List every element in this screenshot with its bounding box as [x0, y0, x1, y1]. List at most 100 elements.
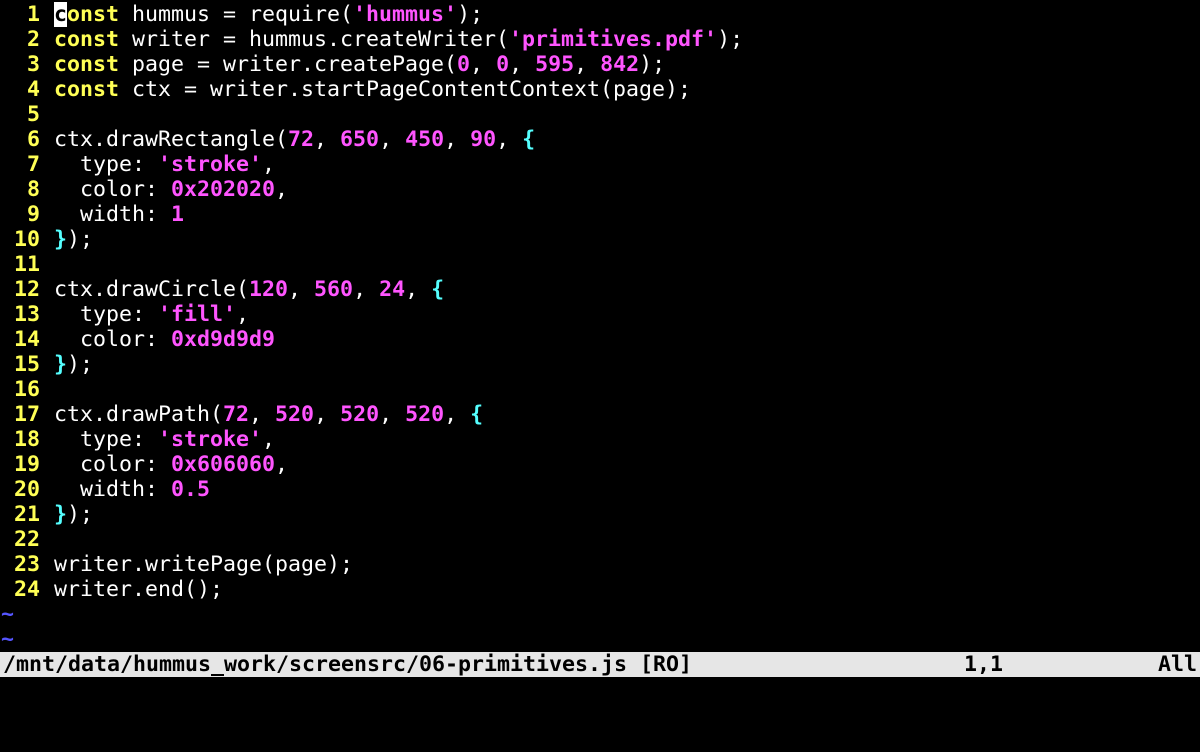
line-number: 21: [13, 502, 40, 527]
token-plain: ,: [470, 52, 497, 77]
tilde-marker: ~: [1, 627, 15, 652]
line-number: 1: [26, 2, 40, 27]
line-number: 19: [13, 452, 40, 477]
token-num: 450: [405, 127, 445, 152]
token-plain: ,: [444, 127, 471, 152]
token-kw: const: [54, 27, 120, 52]
tilde-marker: ~: [1, 602, 15, 627]
token-plain: page = writer.createPage(: [119, 52, 458, 77]
code-line[interactable]: 9 width: 1: [0, 202, 1200, 227]
token-kw: const: [54, 77, 120, 102]
token-brace: }: [54, 352, 68, 377]
code-line[interactable]: 20 width: 0.5: [0, 477, 1200, 502]
token-plain: ,: [444, 402, 471, 427]
code-text: color: 0x606060,: [54, 452, 288, 477]
token-plain: ,: [262, 427, 276, 452]
token-brace: }: [54, 502, 68, 527]
code-line[interactable]: 2 const writer = hummus.createWriter('pri…: [0, 27, 1200, 52]
token-plain: ,: [262, 152, 276, 177]
token-plain: );: [67, 502, 94, 527]
editor-buffer[interactable]: 1 const hummus = require('hummus'); 2 const…: [0, 2, 1200, 652]
token-num: 520: [275, 402, 315, 427]
token-plain: ,: [353, 277, 380, 302]
code-line[interactable]: 16: [0, 377, 1200, 402]
line-number: 11: [13, 252, 40, 277]
line-number: 18: [13, 427, 40, 452]
token-num: 72: [288, 127, 315, 152]
line-number: 22: [13, 527, 40, 552]
token-num: 72: [223, 402, 250, 427]
code-line[interactable]: 15});: [0, 352, 1200, 377]
token-num: 560: [314, 277, 354, 302]
code-text: });: [54, 352, 93, 377]
code-line[interactable]: 23 writer.writePage(page);: [0, 552, 1200, 577]
token-plain: ,: [288, 277, 315, 302]
code-line[interactable]: 8 color: 0x202020,: [0, 177, 1200, 202]
code-text: type: 'fill',: [54, 302, 249, 327]
token-brace: }: [54, 227, 68, 252]
line-number: 12: [13, 277, 40, 302]
line-number: 3: [26, 52, 40, 77]
token-plain: ,: [275, 177, 289, 202]
token-plain: );: [67, 227, 94, 252]
token-plain: color:: [54, 177, 172, 202]
token-plain: ,: [379, 402, 406, 427]
line-number: 20: [13, 477, 40, 502]
code-line[interactable]: 7 type: 'stroke',: [0, 152, 1200, 177]
code-line[interactable]: 24 writer.end();: [0, 577, 1200, 602]
line-number: 7: [26, 152, 40, 177]
code-text: width: 0.5: [54, 477, 210, 502]
code-lines[interactable]: 1 const hummus = require('hummus'); 2 const…: [0, 2, 1200, 602]
code-line[interactable]: 19 color: 0x606060,: [0, 452, 1200, 477]
token-plain: ,: [275, 452, 289, 477]
token-plain: );: [67, 352, 94, 377]
line-number: 8: [26, 177, 40, 202]
token-num: 1: [171, 202, 185, 227]
code-line[interactable]: 10});: [0, 227, 1200, 252]
line-number: 15: [13, 352, 40, 377]
token-kw: const: [54, 52, 120, 77]
token-num: 0x202020: [171, 177, 276, 202]
code-line[interactable]: 4 const ctx = writer.startPageContentCont…: [0, 77, 1200, 102]
code-text: const hummus = require('hummus');: [54, 2, 483, 27]
code-line[interactable]: 12 ctx.drawCircle(120, 560, 24, {: [0, 277, 1200, 302]
token-kw: onst: [67, 2, 120, 27]
token-plain: ,: [236, 302, 250, 327]
token-num: 0: [457, 52, 471, 77]
token-num: 24: [379, 277, 406, 302]
code-line[interactable]: 22: [0, 527, 1200, 552]
token-plain: ctx.drawRectangle(: [54, 127, 289, 152]
line-number: 17: [13, 402, 40, 427]
token-plain: hummus = require(: [119, 2, 354, 27]
token-num: 842: [600, 52, 640, 77]
token-plain: width:: [54, 477, 172, 502]
token-plain: ,: [496, 127, 523, 152]
code-line[interactable]: 13 type: 'fill',: [0, 302, 1200, 327]
token-plain: ,: [314, 402, 341, 427]
code-line[interactable]: 14 color: 0xd9d9d9: [0, 327, 1200, 352]
token-str: 'stroke': [158, 427, 263, 452]
code-text: });: [54, 227, 93, 252]
token-plain: type:: [54, 302, 159, 327]
token-plain: ,: [249, 402, 276, 427]
token-num: 595: [535, 52, 575, 77]
code-line[interactable]: 18 type: 'stroke',: [0, 427, 1200, 452]
code-line[interactable]: 1 const hummus = require('hummus');: [0, 2, 1200, 27]
code-line[interactable]: 5: [0, 102, 1200, 127]
token-brace: {: [522, 127, 536, 152]
code-line[interactable]: 3 const page = writer.createPage(0, 0, 59…: [0, 52, 1200, 77]
code-text: const writer = hummus.createWriter('prim…: [54, 27, 743, 52]
code-text: type: 'stroke',: [54, 427, 275, 452]
code-text: });: [54, 502, 93, 527]
token-plain: type:: [54, 427, 159, 452]
code-line[interactable]: 17 ctx.drawPath(72, 520, 520, 520, {: [0, 402, 1200, 427]
code-line[interactable]: 11: [0, 252, 1200, 277]
token-str: 'primitives.pdf': [509, 27, 718, 52]
line-number: 4: [26, 77, 40, 102]
code-text: type: 'stroke',: [54, 152, 275, 177]
token-plain: writer = hummus.createWriter(: [119, 27, 510, 52]
code-line[interactable]: 6 ctx.drawRectangle(72, 650, 450, 90, {: [0, 127, 1200, 152]
code-line[interactable]: 21});: [0, 502, 1200, 527]
code-text: width: 1: [54, 202, 184, 227]
token-plain: width:: [54, 202, 172, 227]
